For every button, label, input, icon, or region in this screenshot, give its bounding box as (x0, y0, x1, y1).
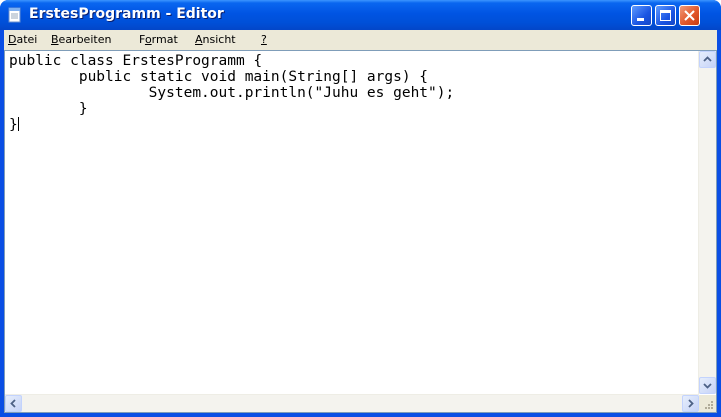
scroll-right-button[interactable] (682, 395, 699, 412)
menu-help-accel: ? (261, 33, 267, 46)
vertical-scrollbar[interactable] (698, 51, 716, 394)
scroll-down-button[interactable] (699, 377, 716, 394)
text-caret (17, 117, 19, 131)
menu-bearbeiten[interactable]: Bearbeiten (51, 33, 111, 46)
chevron-down-icon (703, 383, 712, 389)
maximize-icon (660, 10, 671, 21)
menu-ansicht-accel: A (195, 33, 203, 46)
menu-format-label: rmat (151, 33, 178, 46)
scroll-up-button[interactable] (699, 51, 716, 68)
menu-ansicht[interactable]: Ansicht (195, 33, 236, 46)
menu-help[interactable]: ? (261, 33, 267, 46)
window-frame: Datei Bearbeiten Format Ansicht ? public… (4, 30, 717, 413)
close-icon (684, 10, 695, 21)
horizontal-scrollbar[interactable] (5, 394, 699, 412)
chevron-left-icon (10, 399, 16, 408)
editor-text[interactable]: public class ErstesProgramm { public sta… (9, 53, 454, 133)
maximize-button[interactable] (655, 5, 676, 26)
minimize-button[interactable] (631, 5, 652, 26)
editor-content: public class ErstesProgramm { public sta… (9, 53, 455, 133)
menu-datei-label: atei (16, 33, 38, 46)
editor-window: ErstesProgramm - Editor Datei Bearbeiten… (0, 0, 721, 417)
menu-datei[interactable]: Datei (8, 33, 37, 46)
chevron-right-icon (688, 399, 694, 408)
resize-grip-icon (705, 401, 713, 409)
menu-format[interactable]: Format (139, 33, 178, 46)
menu-format-accel: o (144, 33, 152, 46)
menu-bearbeiten-label: earbeiten (58, 33, 112, 46)
notepad-icon[interactable] (7, 7, 23, 23)
resize-grip[interactable] (699, 395, 716, 412)
menu-bearbeiten-accel: B (51, 33, 59, 46)
menu-bar: Datei Bearbeiten Format Ansicht ? (4, 30, 717, 50)
title-bar[interactable]: ErstesProgramm - Editor (0, 0, 721, 30)
scroll-left-button[interactable] (5, 395, 22, 412)
close-button[interactable] (679, 5, 700, 26)
menu-ansicht-label: nsicht (202, 33, 236, 46)
window-title: ErstesProgramm - Editor (29, 6, 224, 22)
text-area[interactable]: public class ErstesProgramm { public sta… (4, 50, 717, 413)
minimize-icon (637, 18, 644, 21)
chevron-up-icon (703, 56, 712, 62)
